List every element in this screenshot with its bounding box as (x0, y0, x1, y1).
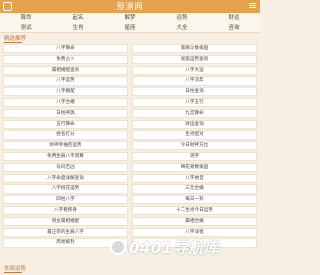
list-item[interactable]: 八字五行 (132, 97, 257, 108)
list-item[interactable]: 每日一卦 (132, 195, 257, 205)
list-item[interactable]: 财神爷抽签运势 (3, 141, 128, 151)
nav-row-1: 算命 起名 解梦 运势 财运 (0, 13, 260, 23)
list-item[interactable]: 男女属相婚配 (3, 216, 128, 227)
list-item[interactable]: 十二生肖今日运势 (132, 205, 257, 216)
site-title: 预测网 (116, 2, 144, 11)
list-item[interactable]: 八字婚配 (3, 87, 128, 97)
list-item[interactable]: 八字算命 (3, 44, 128, 54)
watermark-text: 0401导航库 (129, 238, 220, 257)
list-item[interactable]: 免费占卜 (3, 54, 128, 65)
header-bar: 预测网 (0, 0, 260, 13)
list-item[interactable]: 八字合婚 (3, 97, 128, 108)
list-item[interactable]: 测字 (132, 151, 257, 162)
list-item[interactable]: 姓名打分 (3, 130, 128, 140)
list-item[interactable]: 八字纳音 (132, 173, 257, 183)
nav-item[interactable]: 大全 (156, 23, 208, 33)
list-item[interactable]: 财运查询 (132, 119, 257, 129)
nav-item[interactable]: 咨询 (208, 23, 260, 33)
list-item[interactable]: 紫微斗数排盘 (132, 44, 257, 54)
list-item[interactable]: 今日财神方位 (132, 141, 257, 151)
featured-link-list: 八字算命 紫微斗数排盘 免费占卜 星座运势查询 属相婚配查询 八字大运 八字运势 八字流年 八字… (3, 44, 257, 248)
list-item[interactable]: 日柱神煞 (3, 108, 128, 119)
list-item[interactable]: 八字流年 (132, 76, 257, 86)
list-item[interactable]: 四柱八字 (3, 195, 128, 205)
nav-row-2: 测试 生肖 星座 大全 咨询 (0, 23, 260, 33)
category-nav: 算命 起名 解梦 运势 财运 测试 生肖 星座 大全 咨询 (0, 13, 260, 33)
nav-item[interactable]: 解梦 (104, 13, 156, 23)
section-title-featured: 精选推荐 (0, 35, 260, 43)
list-item[interactable]: 梅花易数排盘 (132, 162, 257, 173)
nav-item[interactable]: 算命 (0, 13, 52, 23)
watermark-logo-icon (110, 239, 126, 255)
list-item[interactable]: 星座运势查询 (132, 54, 257, 65)
list-item[interactable]: 属相婚配查询 (3, 65, 128, 75)
list-item[interactable]: 八字运势 (3, 76, 128, 86)
nav-item[interactable]: 星座 (104, 23, 156, 33)
list-item[interactable]: 三元合婚 (132, 184, 257, 194)
list-item[interactable]: 五行算命 (3, 119, 128, 129)
nav-item[interactable]: 测试 (0, 23, 52, 33)
list-item[interactable]: 九宫算命 (132, 108, 257, 119)
list-item[interactable]: 八字详批 (132, 227, 257, 237)
list-item[interactable]: 属相合婚 (132, 216, 257, 227)
section-title-weekly: 本周运势 (0, 265, 260, 273)
list-item[interactable]: 生肖配对 (132, 130, 257, 140)
list-item[interactable]: 日柱查询 (132, 87, 257, 97)
watermark: 0401导航库 (110, 238, 220, 257)
nav-item[interactable]: 财运 (208, 13, 260, 23)
list-item[interactable]: 八字桃花运势 (3, 184, 128, 194)
list-item[interactable]: 最正宗的生辰八字 (3, 227, 128, 237)
menu-icon[interactable] (248, 2, 257, 11)
list-item[interactable]: 八字命盘详解查询 (3, 173, 128, 183)
nav-item[interactable]: 起名 (52, 13, 104, 23)
list-item[interactable]: 号码吉凶 (3, 162, 128, 173)
nav-item[interactable]: 运势 (156, 13, 208, 23)
nav-item[interactable]: 生肖 (52, 23, 104, 33)
list-item[interactable]: 八字看称骨 (3, 205, 128, 216)
list-item[interactable]: 免费生辰八字测算 (3, 151, 128, 162)
home-icon[interactable] (3, 2, 12, 11)
list-item[interactable]: 八字大运 (132, 65, 257, 75)
